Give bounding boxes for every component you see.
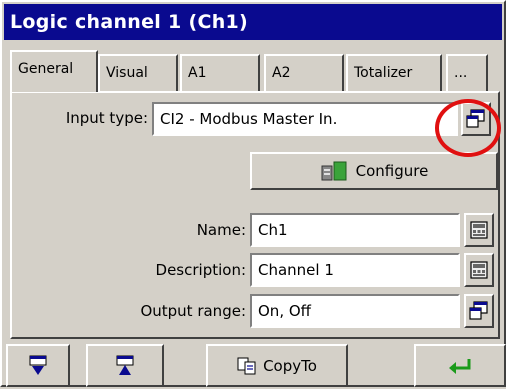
copy-icon (237, 357, 256, 374)
description-field[interactable]: Channel 1 (250, 253, 460, 287)
tab-visual[interactable]: Visual (98, 54, 178, 92)
copyto-label: CopyTo (263, 356, 317, 375)
name-keyboard-button[interactable] (464, 213, 494, 247)
input-type-select-button[interactable] (461, 102, 491, 136)
tab-totalizer[interactable]: Totalizer (346, 54, 442, 92)
move-down-button[interactable] (6, 344, 70, 387)
configure-label: Configure (355, 162, 429, 180)
name-field[interactable]: Ch1 (250, 213, 460, 247)
enter-icon (449, 358, 471, 374)
window-title: Logic channel 1 (Ch1) (4, 4, 502, 40)
move-down-icon (29, 355, 47, 375)
keyboard-icon (470, 261, 488, 279)
input-type-label: Input type: (65, 109, 148, 127)
description-keyboard-button[interactable] (464, 253, 494, 287)
description-label: Description: (155, 261, 246, 279)
tab-bar: General Visual A1 A2 Totalizer ... (2, 50, 506, 92)
tab-a1[interactable]: A1 (180, 54, 260, 92)
enter-button[interactable] (414, 344, 506, 387)
configure-tool-icon (321, 161, 347, 181)
input-type-field[interactable]: CI2 - Modbus Master In. (152, 102, 458, 136)
tab-more[interactable]: ... (446, 54, 488, 92)
tab-general[interactable]: General (10, 50, 98, 92)
output-range-select-button[interactable] (464, 294, 494, 328)
dialog-window: Logic channel 1 (Ch1) General Visual A1 … (0, 0, 506, 387)
configure-button[interactable]: Configure (250, 152, 498, 190)
output-range-field[interactable]: On, Off (250, 294, 460, 328)
keyboard-icon (470, 221, 488, 239)
move-up-button[interactable] (86, 344, 164, 387)
bottom-toolbar: CopyTo (2, 344, 506, 389)
move-up-icon (116, 355, 134, 375)
select-list-icon (466, 109, 485, 128)
name-label: Name: (196, 221, 246, 239)
select-list-icon (469, 301, 488, 320)
tab-a2[interactable]: A2 (264, 54, 344, 92)
output-range-label: Output range: (140, 302, 246, 320)
copyto-button[interactable]: CopyTo (206, 344, 348, 387)
